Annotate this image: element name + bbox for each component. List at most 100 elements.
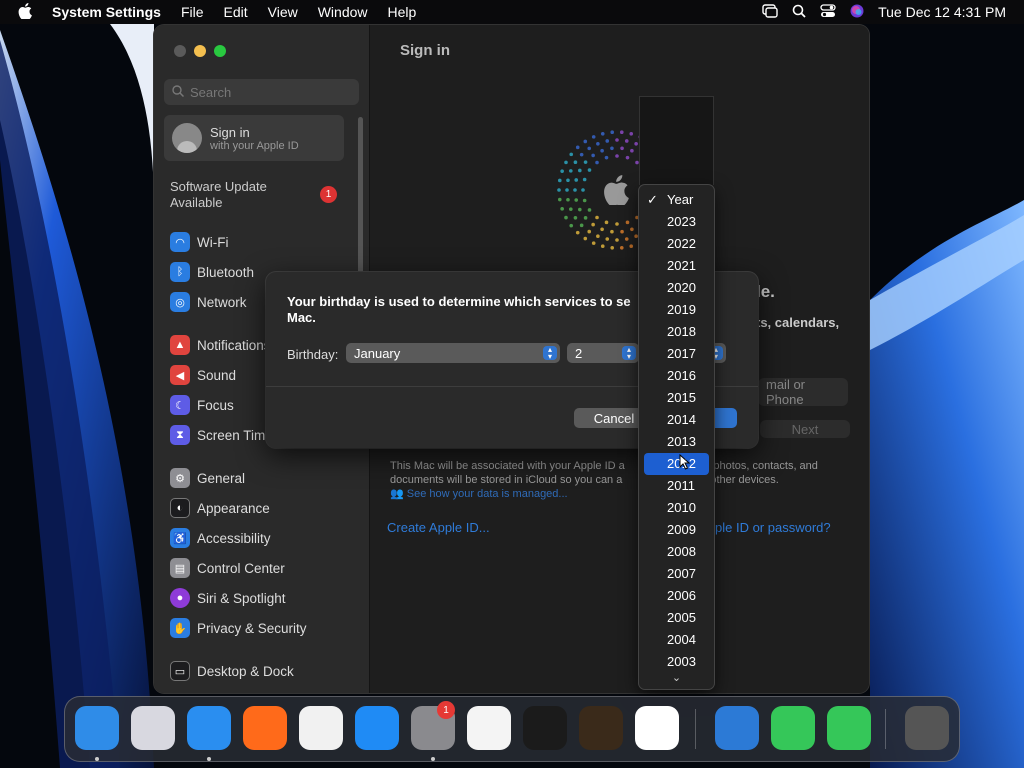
sidebar-item-desktop-dock[interactable]: ▭ Desktop & Dock [170, 660, 294, 682]
year-option-2003[interactable]: 2003 [644, 651, 709, 673]
chevron-down-icon[interactable]: ⌄ [639, 673, 714, 684]
year-option-2021[interactable]: 2021 [644, 255, 709, 277]
forgot-password-link[interactable]: ple ID or password? [715, 520, 831, 535]
sidebar-item-privacy[interactable]: ✋ Privacy & Security [170, 617, 307, 639]
sidebar-item-accessibility[interactable]: ♿ Accessibility [170, 527, 271, 549]
menu-bar: System Settings File Edit View Window He… [0, 0, 1024, 24]
dock-divider [885, 709, 886, 749]
sidebar-item-focus[interactable]: ☾ Focus [170, 394, 234, 416]
signin-title: Sign in [210, 124, 250, 140]
year-option-2010[interactable]: 2010 [644, 497, 709, 519]
chevron-updown-icon: ▴ ▾ [543, 346, 557, 361]
facetime-icon[interactable] [771, 706, 815, 750]
running-indicator [207, 757, 211, 761]
apple-logo-icon[interactable] [0, 2, 42, 22]
control-center-icon[interactable] [820, 3, 836, 21]
menu-window[interactable]: Window [308, 4, 378, 20]
bluetooth-icon: ᛒ [170, 262, 190, 282]
next-label: Next [791, 421, 819, 437]
sidebar-scrollbar[interactable] [358, 117, 363, 287]
sidebar-item-sound[interactable]: ◀ Sound [170, 364, 236, 386]
year-option-2006[interactable]: 2006 [644, 585, 709, 607]
terminal-icon[interactable] [523, 706, 567, 750]
sidebar-search-field[interactable]: Search [164, 79, 359, 105]
year-menu-scroll-area [639, 96, 714, 185]
sidebar-item-screen-time[interactable]: ⧗ Screen Time [170, 424, 273, 446]
year-option-2009[interactable]: 2009 [644, 519, 709, 541]
year-option-2011[interactable]: 2011 [644, 475, 709, 497]
birthday-label: Birthday: [287, 347, 339, 362]
sidebar-item-software-update[interactable]: Software Update Available [170, 179, 267, 211]
chrome-icon[interactable] [299, 706, 343, 750]
safari-icon[interactable] [187, 706, 231, 750]
create-apple-id-link[interactable]: Create Apple ID... [387, 520, 490, 535]
sidebar-item-siri[interactable]: ● Siri & Spotlight [170, 587, 286, 609]
hourglass-icon: ⧗ [170, 425, 190, 445]
menu-app-name[interactable]: System Settings [42, 4, 171, 20]
speaker-icon: ◀ [170, 365, 190, 385]
guitar-icon[interactable] [579, 706, 623, 750]
textedit-icon[interactable] [467, 706, 511, 750]
year-option-2008[interactable]: 2008 [644, 541, 709, 563]
zoom-button[interactable] [214, 45, 226, 57]
day-popup[interactable]: 2 ▴ ▾ [567, 343, 639, 363]
sidebar-item-network[interactable]: ◎ Network [170, 291, 247, 313]
appstore-icon[interactable] [355, 706, 399, 750]
year-option-2018[interactable]: 2018 [644, 321, 709, 343]
weather-icon[interactable] [715, 706, 759, 750]
year-option-2015[interactable]: 2015 [644, 387, 709, 409]
finder-icon[interactable] [75, 706, 119, 750]
settings-icon[interactable]: 1 [411, 701, 455, 750]
year-option-2013[interactable]: 2013 [644, 431, 709, 453]
menu-view[interactable]: View [258, 4, 308, 20]
year-option-2023[interactable]: 2023 [644, 211, 709, 233]
running-indicator [431, 757, 435, 761]
sidebar-item-label: Screen Time [197, 427, 273, 443]
year-option-2016[interactable]: 2016 [644, 365, 709, 387]
year-option-2017[interactable]: 2017 [644, 343, 709, 365]
sidebar-item-control-center[interactable]: ▤ Control Center [170, 557, 285, 579]
sidebar-item-label: Appearance [197, 500, 270, 516]
sidebar-item-label: General [197, 470, 246, 486]
sidebar-item-appearance[interactable]: ◐ Appearance [170, 497, 270, 519]
clock-datetime[interactable]: Tue Dec 12 4:31 PM [878, 4, 1006, 20]
year-option-2019[interactable]: 2019 [644, 299, 709, 321]
year-option-2007[interactable]: 2007 [644, 563, 709, 585]
control-center-icon: ▤ [170, 558, 190, 578]
menu-file[interactable]: File [171, 4, 214, 20]
sidebar-item-label: Notifications [197, 337, 271, 353]
year-option-2022[interactable]: 2022 [644, 233, 709, 255]
sidebar-item-general[interactable]: ⚙ General [170, 467, 245, 489]
sidebar-item-label: Wi-Fi [197, 234, 229, 250]
year-option-2004[interactable]: 2004 [644, 629, 709, 651]
month-popup[interactable]: January ▴ ▾ [346, 343, 560, 363]
year-option-placeholder[interactable]: ✓ Year [644, 189, 709, 211]
sidebar-item-notifications[interactable]: ▲ Notifications [170, 334, 271, 356]
siri-icon[interactable] [850, 4, 864, 21]
year-option-2005[interactable]: 2005 [644, 607, 709, 629]
sidebar-item-apple-id[interactable]: Sign in with your Apple ID [164, 115, 344, 161]
screen-mirroring-icon[interactable] [762, 3, 778, 21]
sidebar-item-bluetooth[interactable]: ᛒ Bluetooth [170, 261, 254, 283]
trash-icon[interactable] [905, 706, 949, 750]
next-button[interactable]: Next [760, 420, 850, 438]
minimize-button[interactable] [194, 45, 206, 57]
data-managed-link[interactable]: See how your data is managed... [407, 488, 568, 500]
year-option-2014[interactable]: 2014 [644, 409, 709, 431]
firefox-icon[interactable] [243, 706, 287, 750]
spotlight-search-icon[interactable] [792, 4, 806, 21]
year-option-2012[interactable]: 2012 [644, 453, 709, 475]
vscode-icon[interactable] [635, 706, 679, 750]
close-button[interactable] [174, 45, 186, 57]
launchpad-icon[interactable] [131, 706, 175, 750]
year-option-2020[interactable]: 2020 [644, 277, 709, 299]
email-field[interactable]: mail or Phone [758, 377, 848, 407]
info-text: This Mac will be associated with your Ap… [390, 459, 850, 501]
apple-logo-icon [603, 175, 629, 210]
messages-icon[interactable] [827, 706, 871, 750]
bell-icon: ▲ [170, 335, 190, 355]
menu-edit[interactable]: Edit [214, 4, 258, 20]
update-badge: 1 [320, 186, 337, 203]
menu-help[interactable]: Help [378, 4, 427, 20]
sidebar-item-wifi[interactable]: ◠ Wi-Fi [170, 231, 228, 253]
